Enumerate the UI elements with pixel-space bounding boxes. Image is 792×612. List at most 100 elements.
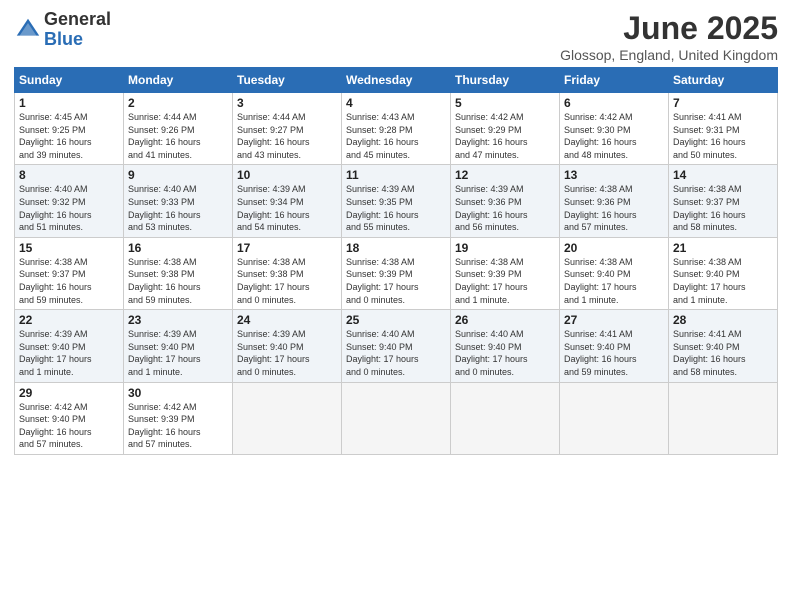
calendar-week-row-3: 15Sunrise: 4:38 AM Sunset: 9:37 PM Dayli… xyxy=(15,237,778,309)
calendar-cell xyxy=(233,382,342,454)
day-info: Sunrise: 4:39 AM Sunset: 9:40 PM Dayligh… xyxy=(237,328,337,378)
calendar-cell: 20Sunrise: 4:38 AM Sunset: 9:40 PM Dayli… xyxy=(560,237,669,309)
day-number: 17 xyxy=(237,241,337,255)
calendar-cell: 11Sunrise: 4:39 AM Sunset: 9:35 PM Dayli… xyxy=(342,165,451,237)
day-info: Sunrise: 4:45 AM Sunset: 9:25 PM Dayligh… xyxy=(19,111,119,161)
calendar-week-row-5: 29Sunrise: 4:42 AM Sunset: 9:40 PM Dayli… xyxy=(15,382,778,454)
day-info: Sunrise: 4:43 AM Sunset: 9:28 PM Dayligh… xyxy=(346,111,446,161)
subtitle: Glossop, England, United Kingdom xyxy=(560,47,778,63)
calendar-cell: 14Sunrise: 4:38 AM Sunset: 9:37 PM Dayli… xyxy=(669,165,778,237)
calendar-cell: 15Sunrise: 4:38 AM Sunset: 9:37 PM Dayli… xyxy=(15,237,124,309)
day-number: 24 xyxy=(237,313,337,327)
day-info: Sunrise: 4:39 AM Sunset: 9:36 PM Dayligh… xyxy=(455,183,555,233)
day-info: Sunrise: 4:38 AM Sunset: 9:36 PM Dayligh… xyxy=(564,183,664,233)
calendar-header-thursday: Thursday xyxy=(451,68,560,93)
day-number: 4 xyxy=(346,96,446,110)
day-info: Sunrise: 4:39 AM Sunset: 9:34 PM Dayligh… xyxy=(237,183,337,233)
logo: General Blue xyxy=(14,10,111,50)
day-number: 26 xyxy=(455,313,555,327)
day-number: 23 xyxy=(128,313,228,327)
calendar-header-tuesday: Tuesday xyxy=(233,68,342,93)
calendar-cell xyxy=(451,382,560,454)
calendar-cell: 28Sunrise: 4:41 AM Sunset: 9:40 PM Dayli… xyxy=(669,310,778,382)
calendar-cell: 17Sunrise: 4:38 AM Sunset: 9:38 PM Dayli… xyxy=(233,237,342,309)
page: General Blue June 2025 Glossop, England,… xyxy=(0,0,792,612)
day-info: Sunrise: 4:38 AM Sunset: 9:38 PM Dayligh… xyxy=(237,256,337,306)
day-info: Sunrise: 4:44 AM Sunset: 9:26 PM Dayligh… xyxy=(128,111,228,161)
calendar-cell: 9Sunrise: 4:40 AM Sunset: 9:33 PM Daylig… xyxy=(124,165,233,237)
calendar-table: SundayMondayTuesdayWednesdayThursdayFrid… xyxy=(14,67,778,455)
day-number: 30 xyxy=(128,386,228,400)
day-info: Sunrise: 4:38 AM Sunset: 9:37 PM Dayligh… xyxy=(19,256,119,306)
calendar-cell: 24Sunrise: 4:39 AM Sunset: 9:40 PM Dayli… xyxy=(233,310,342,382)
day-info: Sunrise: 4:42 AM Sunset: 9:30 PM Dayligh… xyxy=(564,111,664,161)
calendar-week-row-2: 8Sunrise: 4:40 AM Sunset: 9:32 PM Daylig… xyxy=(15,165,778,237)
calendar-week-row-1: 1Sunrise: 4:45 AM Sunset: 9:25 PM Daylig… xyxy=(15,93,778,165)
calendar-cell: 25Sunrise: 4:40 AM Sunset: 9:40 PM Dayli… xyxy=(342,310,451,382)
day-info: Sunrise: 4:38 AM Sunset: 9:40 PM Dayligh… xyxy=(564,256,664,306)
day-number: 7 xyxy=(673,96,773,110)
day-number: 10 xyxy=(237,168,337,182)
day-number: 21 xyxy=(673,241,773,255)
calendar-cell: 10Sunrise: 4:39 AM Sunset: 9:34 PM Dayli… xyxy=(233,165,342,237)
day-info: Sunrise: 4:40 AM Sunset: 9:33 PM Dayligh… xyxy=(128,183,228,233)
day-number: 3 xyxy=(237,96,337,110)
day-number: 20 xyxy=(564,241,664,255)
day-number: 29 xyxy=(19,386,119,400)
calendar-cell: 18Sunrise: 4:38 AM Sunset: 9:39 PM Dayli… xyxy=(342,237,451,309)
calendar-cell: 26Sunrise: 4:40 AM Sunset: 9:40 PM Dayli… xyxy=(451,310,560,382)
day-info: Sunrise: 4:41 AM Sunset: 9:31 PM Dayligh… xyxy=(673,111,773,161)
day-number: 9 xyxy=(128,168,228,182)
calendar-header-saturday: Saturday xyxy=(669,68,778,93)
logo-icon xyxy=(14,16,42,44)
calendar-cell: 8Sunrise: 4:40 AM Sunset: 9:32 PM Daylig… xyxy=(15,165,124,237)
day-number: 28 xyxy=(673,313,773,327)
day-info: Sunrise: 4:42 AM Sunset: 9:29 PM Dayligh… xyxy=(455,111,555,161)
calendar-cell: 12Sunrise: 4:39 AM Sunset: 9:36 PM Dayli… xyxy=(451,165,560,237)
day-number: 12 xyxy=(455,168,555,182)
calendar-header-wednesday: Wednesday xyxy=(342,68,451,93)
calendar-header-sunday: Sunday xyxy=(15,68,124,93)
calendar-header-monday: Monday xyxy=(124,68,233,93)
day-number: 27 xyxy=(564,313,664,327)
day-info: Sunrise: 4:42 AM Sunset: 9:40 PM Dayligh… xyxy=(19,401,119,451)
day-number: 13 xyxy=(564,168,664,182)
calendar-cell: 29Sunrise: 4:42 AM Sunset: 9:40 PM Dayli… xyxy=(15,382,124,454)
day-info: Sunrise: 4:39 AM Sunset: 9:40 PM Dayligh… xyxy=(128,328,228,378)
calendar-cell: 13Sunrise: 4:38 AM Sunset: 9:36 PM Dayli… xyxy=(560,165,669,237)
day-info: Sunrise: 4:40 AM Sunset: 9:40 PM Dayligh… xyxy=(346,328,446,378)
day-info: Sunrise: 4:39 AM Sunset: 9:40 PM Dayligh… xyxy=(19,328,119,378)
day-info: Sunrise: 4:39 AM Sunset: 9:35 PM Dayligh… xyxy=(346,183,446,233)
day-info: Sunrise: 4:40 AM Sunset: 9:40 PM Dayligh… xyxy=(455,328,555,378)
calendar-cell xyxy=(342,382,451,454)
day-number: 2 xyxy=(128,96,228,110)
title-block: June 2025 Glossop, England, United Kingd… xyxy=(560,10,778,63)
calendar-cell xyxy=(669,382,778,454)
logo-general: General xyxy=(44,10,111,30)
calendar-cell: 21Sunrise: 4:38 AM Sunset: 9:40 PM Dayli… xyxy=(669,237,778,309)
day-number: 18 xyxy=(346,241,446,255)
day-number: 14 xyxy=(673,168,773,182)
day-info: Sunrise: 4:38 AM Sunset: 9:39 PM Dayligh… xyxy=(346,256,446,306)
logo-text: General Blue xyxy=(44,10,111,50)
calendar-cell: 23Sunrise: 4:39 AM Sunset: 9:40 PM Dayli… xyxy=(124,310,233,382)
calendar-cell: 3Sunrise: 4:44 AM Sunset: 9:27 PM Daylig… xyxy=(233,93,342,165)
calendar-cell: 30Sunrise: 4:42 AM Sunset: 9:39 PM Dayli… xyxy=(124,382,233,454)
day-number: 11 xyxy=(346,168,446,182)
day-number: 15 xyxy=(19,241,119,255)
day-number: 8 xyxy=(19,168,119,182)
day-info: Sunrise: 4:41 AM Sunset: 9:40 PM Dayligh… xyxy=(564,328,664,378)
calendar-header-friday: Friday xyxy=(560,68,669,93)
calendar-cell: 5Sunrise: 4:42 AM Sunset: 9:29 PM Daylig… xyxy=(451,93,560,165)
day-number: 19 xyxy=(455,241,555,255)
day-info: Sunrise: 4:38 AM Sunset: 9:39 PM Dayligh… xyxy=(455,256,555,306)
day-number: 6 xyxy=(564,96,664,110)
day-number: 1 xyxy=(19,96,119,110)
calendar-cell xyxy=(560,382,669,454)
calendar-cell: 7Sunrise: 4:41 AM Sunset: 9:31 PM Daylig… xyxy=(669,93,778,165)
day-number: 22 xyxy=(19,313,119,327)
day-info: Sunrise: 4:40 AM Sunset: 9:32 PM Dayligh… xyxy=(19,183,119,233)
calendar-cell: 27Sunrise: 4:41 AM Sunset: 9:40 PM Dayli… xyxy=(560,310,669,382)
day-number: 5 xyxy=(455,96,555,110)
calendar-cell: 6Sunrise: 4:42 AM Sunset: 9:30 PM Daylig… xyxy=(560,93,669,165)
